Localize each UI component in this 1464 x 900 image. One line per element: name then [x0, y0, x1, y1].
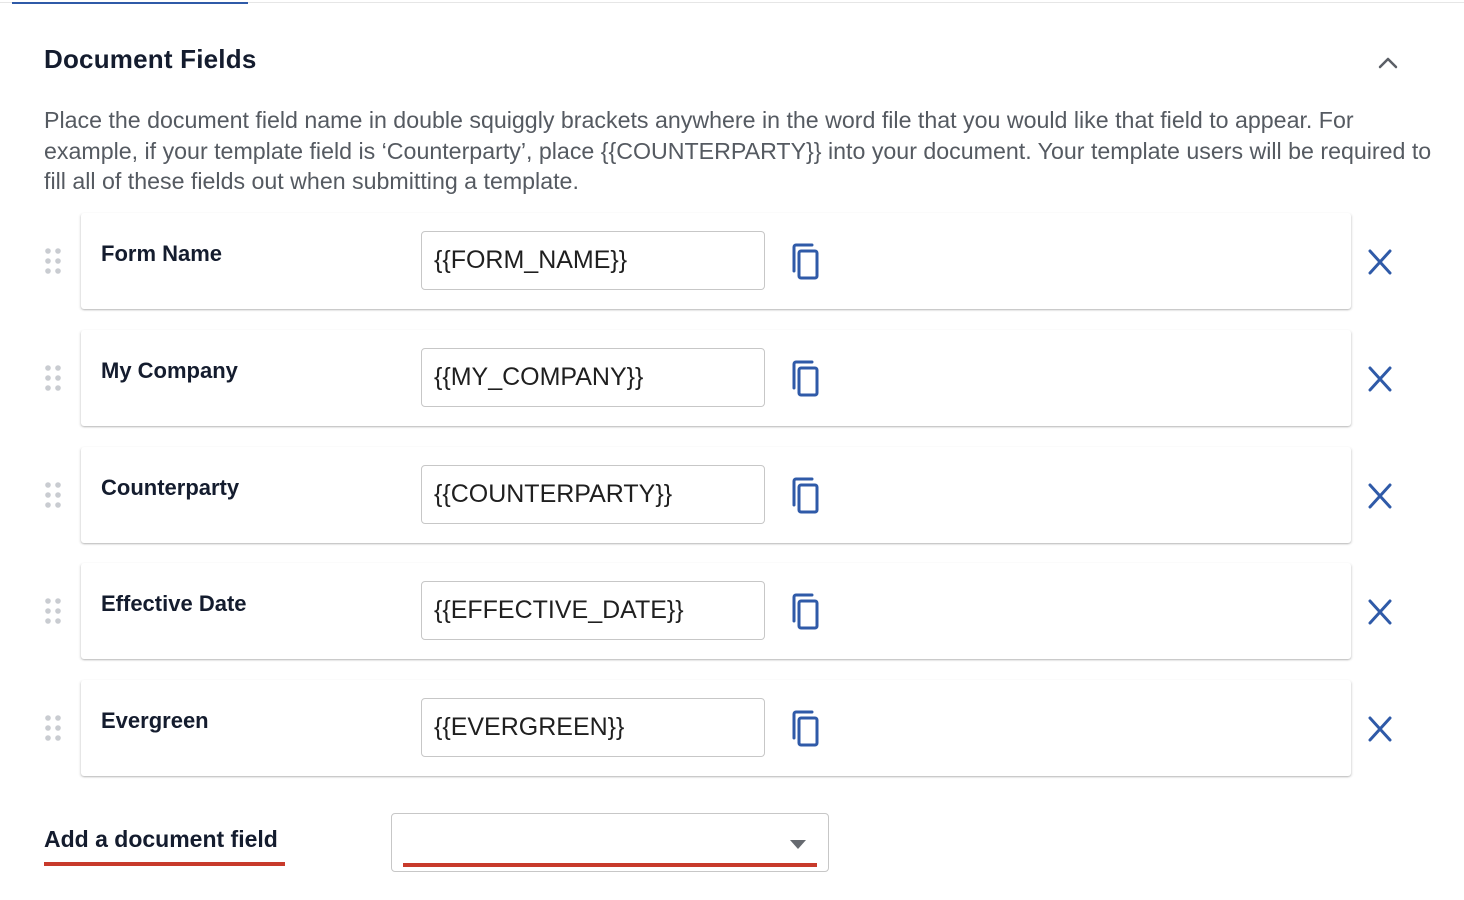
copy-button[interactable] — [784, 591, 824, 633]
document-field-row: Counterparty — [0, 447, 1464, 545]
copy-icon — [792, 710, 819, 747]
section-description: Place the document field name in double … — [44, 107, 1432, 194]
delete-field-button[interactable] — [1363, 480, 1397, 512]
add-field-error-underline — [44, 862, 285, 866]
field-label: My Company — [101, 358, 238, 383]
field-tag-input[interactable] — [421, 231, 765, 290]
drag-handle-icon[interactable] — [44, 714, 64, 744]
document-field-row: Evergreen — [0, 680, 1464, 778]
drag-handle-icon[interactable] — [44, 364, 64, 394]
field-label: Form Name — [101, 241, 223, 266]
field-tag-input[interactable] — [421, 348, 765, 407]
field-label: Effective Date — [101, 591, 247, 616]
field-label: Evergreen — [101, 708, 209, 733]
field-tag-input[interactable] — [421, 581, 765, 640]
drag-handle-icon[interactable] — [44, 597, 64, 627]
document-field-row: Form Name — [0, 213, 1464, 311]
close-icon — [1368, 483, 1392, 509]
copy-icon — [792, 360, 819, 397]
select-error-underline — [403, 863, 817, 867]
drag-handle-icon[interactable] — [44, 247, 64, 277]
close-icon — [1368, 366, 1392, 392]
close-icon — [1368, 599, 1392, 625]
field-label: Counterparty — [101, 475, 240, 500]
close-icon — [1368, 249, 1392, 275]
copy-icon — [792, 243, 819, 280]
chevron-up-icon — [1378, 57, 1398, 69]
section-title: Document Fields — [44, 44, 257, 74]
close-icon — [1368, 716, 1392, 742]
field-tag-input[interactable] — [421, 465, 765, 524]
add-document-field-label: Add a document field — [44, 826, 278, 852]
copy-button[interactable] — [784, 358, 824, 400]
copy-button[interactable] — [784, 241, 824, 283]
delete-field-button[interactable] — [1363, 246, 1397, 278]
copy-icon — [792, 477, 819, 514]
active-tab-indicator — [12, 2, 248, 4]
document-field-row: My Company — [0, 330, 1464, 428]
add-document-field-select[interactable] — [391, 813, 829, 872]
field-tag-input[interactable] — [421, 698, 765, 757]
delete-field-button[interactable] — [1363, 596, 1397, 628]
collapse-toggle-button[interactable] — [1372, 48, 1404, 76]
delete-field-button[interactable] — [1363, 713, 1397, 745]
copy-icon — [792, 593, 819, 630]
drag-handle-icon[interactable] — [44, 481, 64, 511]
caret-down-icon — [790, 840, 806, 849]
copy-button[interactable] — [784, 708, 824, 750]
delete-field-button[interactable] — [1363, 363, 1397, 395]
document-field-row: Effective Date — [0, 563, 1464, 661]
copy-button[interactable] — [784, 475, 824, 517]
